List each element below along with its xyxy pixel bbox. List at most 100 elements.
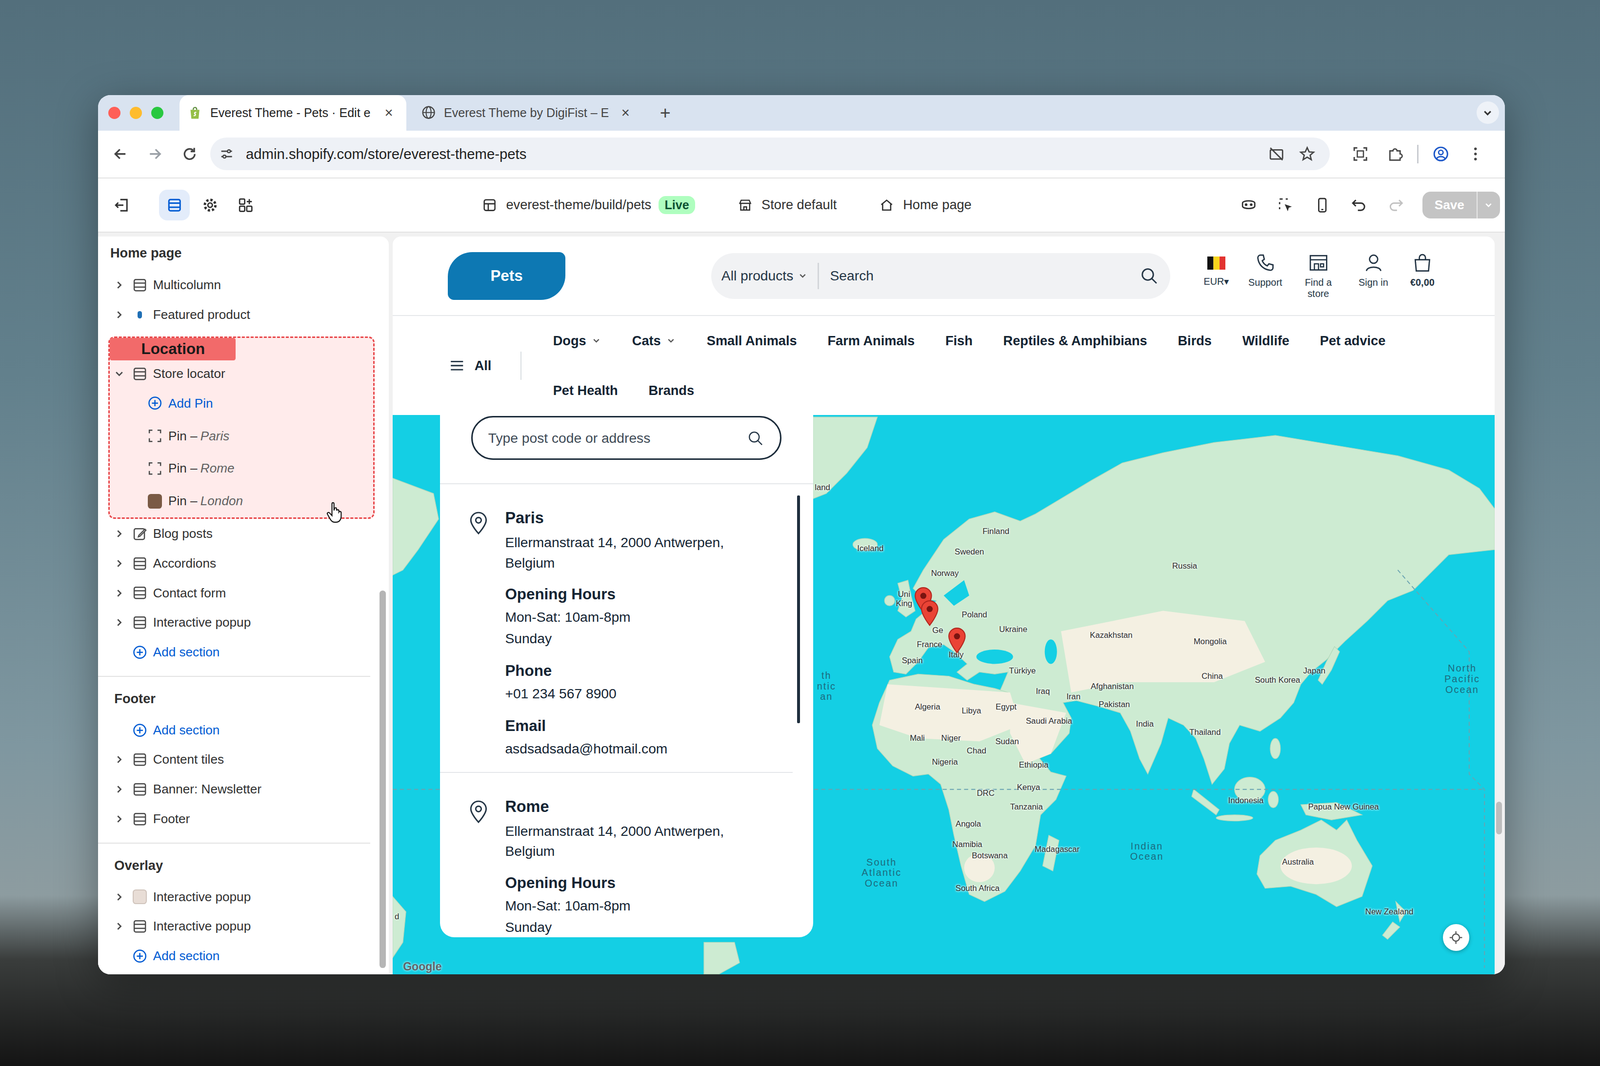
editor-tool-button[interactable] bbox=[230, 189, 262, 221]
section-row[interactable]: Interactive popup bbox=[98, 882, 371, 913]
section-row[interactable]: Multicolumn bbox=[98, 270, 371, 300]
address-search-field[interactable]: Type post code or address bbox=[471, 416, 782, 460]
chevron-icon[interactable] bbox=[114, 280, 125, 291]
search-placeholder: Search bbox=[830, 267, 1140, 284]
zoom-window-button[interactable] bbox=[151, 106, 164, 120]
save-options-button[interactable] bbox=[1476, 191, 1500, 219]
category-link[interactable]: Pet Health bbox=[553, 380, 619, 401]
page-selector[interactable]: Home page bbox=[879, 197, 972, 213]
section-row[interactable]: Contact form bbox=[98, 578, 371, 609]
map-pin-icon[interactable] bbox=[947, 627, 967, 654]
scrollbar-thumb[interactable] bbox=[1496, 801, 1503, 835]
chevron-icon[interactable] bbox=[114, 528, 125, 540]
chevron-icon[interactable] bbox=[114, 588, 125, 599]
inspector-button[interactable] bbox=[1271, 190, 1300, 220]
category-dropdown[interactable]: All products bbox=[721, 267, 808, 284]
minimize-window-button[interactable] bbox=[129, 106, 142, 120]
store-entry[interactable]: RomeEllermanstraat 14, 2000 Antwerpen, B… bbox=[440, 773, 794, 938]
section-row[interactable]: Add section bbox=[98, 715, 371, 746]
chevron-icon[interactable] bbox=[114, 892, 125, 903]
exit-button[interactable] bbox=[106, 189, 138, 221]
extensions-button[interactable] bbox=[1380, 140, 1410, 169]
map-pin-icon[interactable] bbox=[920, 600, 940, 627]
close-window-button[interactable] bbox=[108, 106, 121, 120]
locate-button[interactable] bbox=[1442, 924, 1470, 951]
url-field[interactable]: admin.shopify.com/store/everest-theme-pe… bbox=[210, 137, 1330, 171]
category-link[interactable]: Cats bbox=[632, 330, 677, 352]
browser-tab[interactable]: Everest Theme by DigiFist – E× bbox=[413, 95, 643, 131]
chevron-icon[interactable] bbox=[114, 784, 125, 795]
editor-tool-button[interactable] bbox=[195, 189, 226, 221]
header-action[interactable]: Find a store bbox=[1293, 252, 1343, 300]
section-row[interactable]: Footer bbox=[98, 804, 371, 835]
block-row[interactable]: Add Pin bbox=[109, 387, 374, 420]
tab-search-button[interactable] bbox=[1476, 101, 1500, 124]
chevron-icon[interactable] bbox=[114, 309, 125, 320]
section-row[interactable]: Store locator bbox=[109, 360, 374, 387]
store-search[interactable]: All products Search bbox=[711, 253, 1171, 300]
search-icon[interactable] bbox=[747, 430, 764, 447]
browser-tab[interactable]: Everest Theme - Pets · Edit e× bbox=[179, 95, 406, 131]
chevron-icon[interactable] bbox=[114, 921, 125, 932]
screenshot-button[interactable] bbox=[1345, 140, 1375, 169]
search-icon[interactable] bbox=[1140, 266, 1159, 286]
new-tab-button[interactable]: + bbox=[654, 102, 677, 124]
category-link[interactable]: Farm Animals bbox=[827, 330, 915, 352]
theme-selector[interactable]: everest-theme/build/petsLive bbox=[482, 196, 696, 215]
block-row[interactable]: Pin –Rome bbox=[109, 452, 374, 485]
section-row[interactable]: Content tiles bbox=[98, 745, 371, 776]
star-icon[interactable] bbox=[1299, 145, 1316, 162]
header-action[interactable]: €0,00 bbox=[1403, 252, 1441, 289]
preview-scrollbar[interactable] bbox=[1494, 236, 1505, 975]
header-action[interactable]: Sign in bbox=[1348, 252, 1398, 289]
chevron-icon[interactable] bbox=[114, 368, 125, 380]
back-button[interactable] bbox=[106, 140, 136, 169]
profile-button[interactable] bbox=[1426, 140, 1456, 169]
reload-button[interactable] bbox=[175, 140, 205, 169]
section-row[interactable]: Featured product bbox=[98, 300, 371, 330]
header-action[interactable]: Support bbox=[1242, 252, 1288, 289]
category-link[interactable]: Dogs bbox=[553, 330, 602, 352]
category-link[interactable]: Wildlife bbox=[1242, 330, 1290, 352]
category-link[interactable]: Fish bbox=[945, 330, 973, 352]
chevron-icon[interactable] bbox=[114, 814, 125, 825]
section-row[interactable]: Blog posts bbox=[98, 519, 371, 549]
section-row[interactable]: Interactive popup bbox=[98, 911, 371, 942]
store-logo[interactable]: Pets bbox=[447, 252, 566, 300]
market-selector[interactable]: Store default bbox=[738, 197, 837, 213]
tab-close-button[interactable]: × bbox=[618, 104, 633, 121]
browser-menu-button[interactable] bbox=[1460, 140, 1490, 169]
chevron-icon[interactable] bbox=[114, 558, 125, 569]
block-row[interactable]: Pin –Paris bbox=[109, 420, 374, 453]
currency-selector[interactable]: EUR▾ bbox=[1196, 252, 1238, 288]
section-row[interactable]: Accordions bbox=[98, 548, 371, 579]
section-row[interactable]: Interactive popup bbox=[98, 607, 371, 638]
category-link[interactable]: Reptiles & Amphibians bbox=[1003, 330, 1148, 352]
store-map[interactable]: landIcelandFinlandSwedenNorwayRussiaUniK… bbox=[392, 415, 1495, 975]
category-link[interactable]: Birds bbox=[1177, 330, 1212, 352]
save-button[interactable]: Save bbox=[1422, 191, 1477, 219]
category-link[interactable]: Pet advice bbox=[1320, 330, 1386, 352]
editor-tool-button[interactable] bbox=[159, 189, 190, 221]
blog-edit-icon bbox=[132, 526, 147, 541]
scrollbar-thumb[interactable] bbox=[379, 590, 386, 969]
site-settings-icon[interactable] bbox=[219, 146, 234, 161]
store-entry[interactable]: ParisEllermanstraat 14, 2000 Antwerpen, … bbox=[440, 484, 794, 774]
section-row[interactable]: Add section bbox=[98, 941, 371, 972]
category-link[interactable]: Brands bbox=[648, 380, 695, 401]
redo-button[interactable] bbox=[1381, 190, 1411, 220]
preview-mode-button[interactable] bbox=[1234, 190, 1264, 220]
section-row[interactable]: Banner: Newsletter bbox=[98, 774, 371, 805]
forward-button[interactable] bbox=[140, 140, 170, 169]
section-row[interactable]: Add section bbox=[98, 637, 371, 668]
tab-close-button[interactable]: × bbox=[381, 104, 396, 121]
camera-off-icon[interactable] bbox=[1268, 145, 1285, 162]
chevron-icon[interactable] bbox=[114, 754, 125, 765]
device-button[interactable] bbox=[1307, 190, 1337, 220]
all-menu-button[interactable]: All bbox=[448, 357, 520, 374]
sidebar-scrollbar[interactable] bbox=[376, 236, 389, 975]
category-link[interactable]: Small Animals bbox=[706, 330, 798, 352]
undo-button[interactable] bbox=[1344, 190, 1374, 220]
chevron-icon[interactable] bbox=[114, 617, 125, 628]
store-list-scrollbar[interactable] bbox=[797, 495, 800, 723]
